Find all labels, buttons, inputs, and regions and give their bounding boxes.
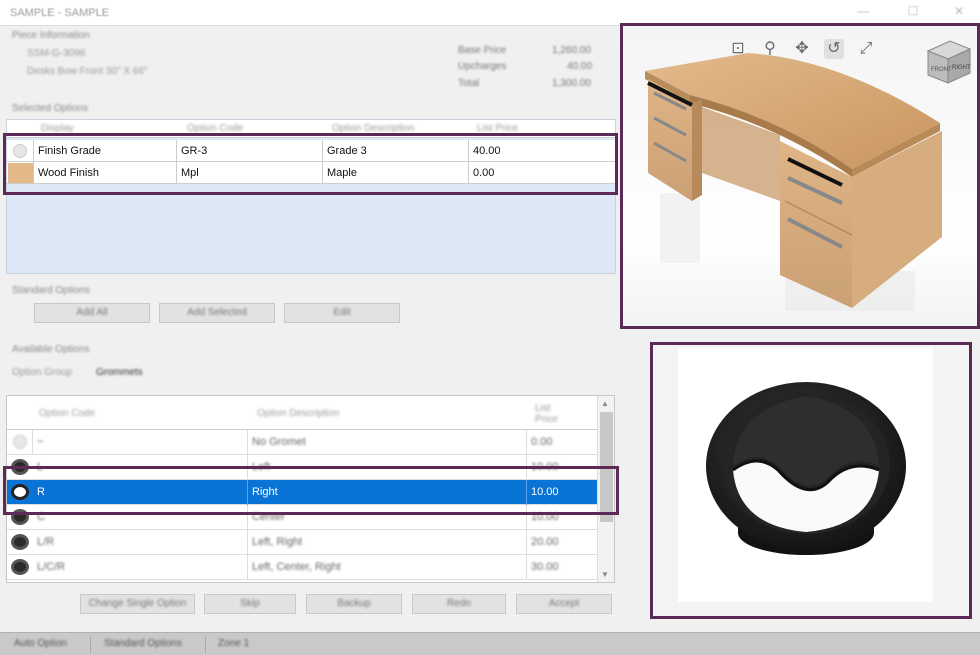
cell-price: 10.00	[531, 486, 559, 498]
cell-code: GR-3	[177, 140, 323, 162]
piece-info-label: Piece Information	[12, 30, 90, 41]
grommet-icon	[11, 559, 29, 575]
wood-swatch	[8, 163, 34, 183]
cell-display: Finish Grade	[33, 140, 177, 162]
cell-code: Mpl	[177, 162, 323, 184]
add-selected-button[interactable]: Add Selected	[159, 303, 275, 323]
scroll-down-icon[interactable]: ▼	[601, 570, 609, 579]
upcharges-value: 40.00	[567, 61, 593, 72]
cell-description: Left, Center, Right	[252, 561, 341, 573]
selected-options-table[interactable]: Display Option Code Option Description L…	[6, 119, 616, 274]
minimize-button[interactable]: —	[848, 4, 878, 22]
table-row[interactable]: Wood Finish Mpl Maple 0.00	[7, 162, 615, 184]
table-row[interactable]: L/R Left, Right 20.00	[7, 530, 597, 555]
cell-description: Center	[252, 511, 286, 523]
grommet-icon	[11, 459, 29, 475]
base-price-value: 1,260.00	[552, 45, 591, 56]
piece-description: Desks Bow Front 30" X 66"	[27, 66, 148, 77]
total-label: Total	[458, 78, 480, 89]
cell-description: Grade 3	[323, 140, 469, 162]
cell-description: Left, Right	[252, 536, 303, 548]
cell-price: 10.00	[531, 461, 559, 473]
status-auto-option[interactable]: Auto Option	[14, 638, 67, 649]
cell-price: 0.00	[473, 167, 495, 179]
table-scrollbar[interactable]: ▲ ▼	[597, 396, 614, 582]
table-row[interactable]: L/C/R Left, Center, Right 30.00	[7, 555, 597, 580]
cell-code: L/R	[37, 536, 55, 548]
maximize-button[interactable]: ☐	[898, 4, 928, 22]
available-options-table[interactable]: Option Code Option Description List Pric…	[6, 395, 615, 583]
cell-code: ~	[37, 436, 44, 448]
column-header[interactable]: Option Description	[257, 408, 339, 419]
status-standard-options[interactable]: Standard Options	[104, 638, 182, 649]
change-single-option-button[interactable]: Change Single Option	[80, 594, 195, 614]
cell-price: 20.00	[531, 536, 559, 548]
cell-display: Wood Finish	[33, 162, 177, 184]
cell-code: L/C/R	[37, 561, 66, 573]
scroll-up-icon[interactable]: ▲	[601, 399, 609, 408]
accept-button[interactable]: Accept	[516, 594, 612, 614]
cell-price: 30.00	[531, 561, 559, 573]
cell-code: C	[37, 511, 45, 523]
status-zone[interactable]: Zone 1	[218, 638, 249, 649]
close-button[interactable]: ✕	[944, 4, 974, 22]
grommet-icon	[11, 484, 29, 500]
skip-button[interactable]: Skip	[204, 594, 296, 614]
cell-description: Left	[252, 461, 271, 473]
column-header[interactable]: Option Code	[39, 408, 95, 419]
cell-code: L	[37, 461, 44, 473]
piece-number: SSM-G-3096	[27, 48, 86, 59]
grommet-icon	[11, 509, 29, 525]
edit-button[interactable]: Edit	[284, 303, 400, 323]
grade-icon	[13, 144, 27, 158]
column-header[interactable]: List Price	[477, 123, 518, 134]
grommet-icon	[11, 534, 29, 550]
window-title: SAMPLE - SAMPLE	[10, 7, 110, 19]
table-row[interactable]: L Left 10.00	[7, 455, 597, 480]
add-all-button[interactable]: Add All	[34, 303, 150, 323]
table-row[interactable]: ~ No Gromet 0.00	[7, 430, 597, 455]
viewer-highlight	[620, 23, 980, 329]
table-header: Option Code Option Description List Pric…	[7, 396, 597, 430]
cell-description: Right	[248, 480, 527, 505]
status-bar: Auto Option Standard Options Zone 1	[0, 632, 980, 655]
total-value: 1,300.00	[552, 78, 591, 89]
selected-options-label: Selected Options	[12, 103, 89, 114]
cell-description: No Gromet	[252, 436, 306, 448]
upcharges-label: Upcharges	[458, 61, 507, 72]
standard-options-label: Standard Options	[12, 285, 90, 296]
table-row-selected[interactable]: R Right 10.00	[7, 480, 597, 505]
cell-code: R	[33, 480, 248, 505]
column-header[interactable]: Display	[41, 123, 74, 134]
available-options-label: Available Options	[12, 344, 90, 355]
option-image-highlight	[650, 342, 972, 619]
option-group-label: Option Group	[12, 367, 73, 378]
cell-price: 0.00	[531, 436, 553, 448]
table-row[interactable]: C Center 10.00	[7, 505, 597, 530]
cell-description: Maple	[323, 162, 469, 184]
column-header[interactable]: Option Description	[332, 123, 414, 134]
scroll-thumb[interactable]	[600, 412, 613, 522]
column-header[interactable]: Option Code	[187, 123, 243, 134]
table-row[interactable]: Finish Grade GR-3 Grade 3 40.00	[7, 140, 615, 162]
table-header: Display Option Code Option Description L…	[7, 120, 615, 138]
option-group-value[interactable]: Grommets	[96, 367, 143, 378]
cell-price: 10.00	[531, 511, 559, 523]
redo-button[interactable]: Redo	[412, 594, 506, 614]
base-price-label: Base Price	[458, 45, 507, 56]
cell-price: 40.00	[473, 145, 501, 157]
row-icon-cell	[7, 430, 33, 455]
column-header[interactable]: List Price	[535, 403, 575, 425]
backup-button[interactable]: Backup	[306, 594, 402, 614]
